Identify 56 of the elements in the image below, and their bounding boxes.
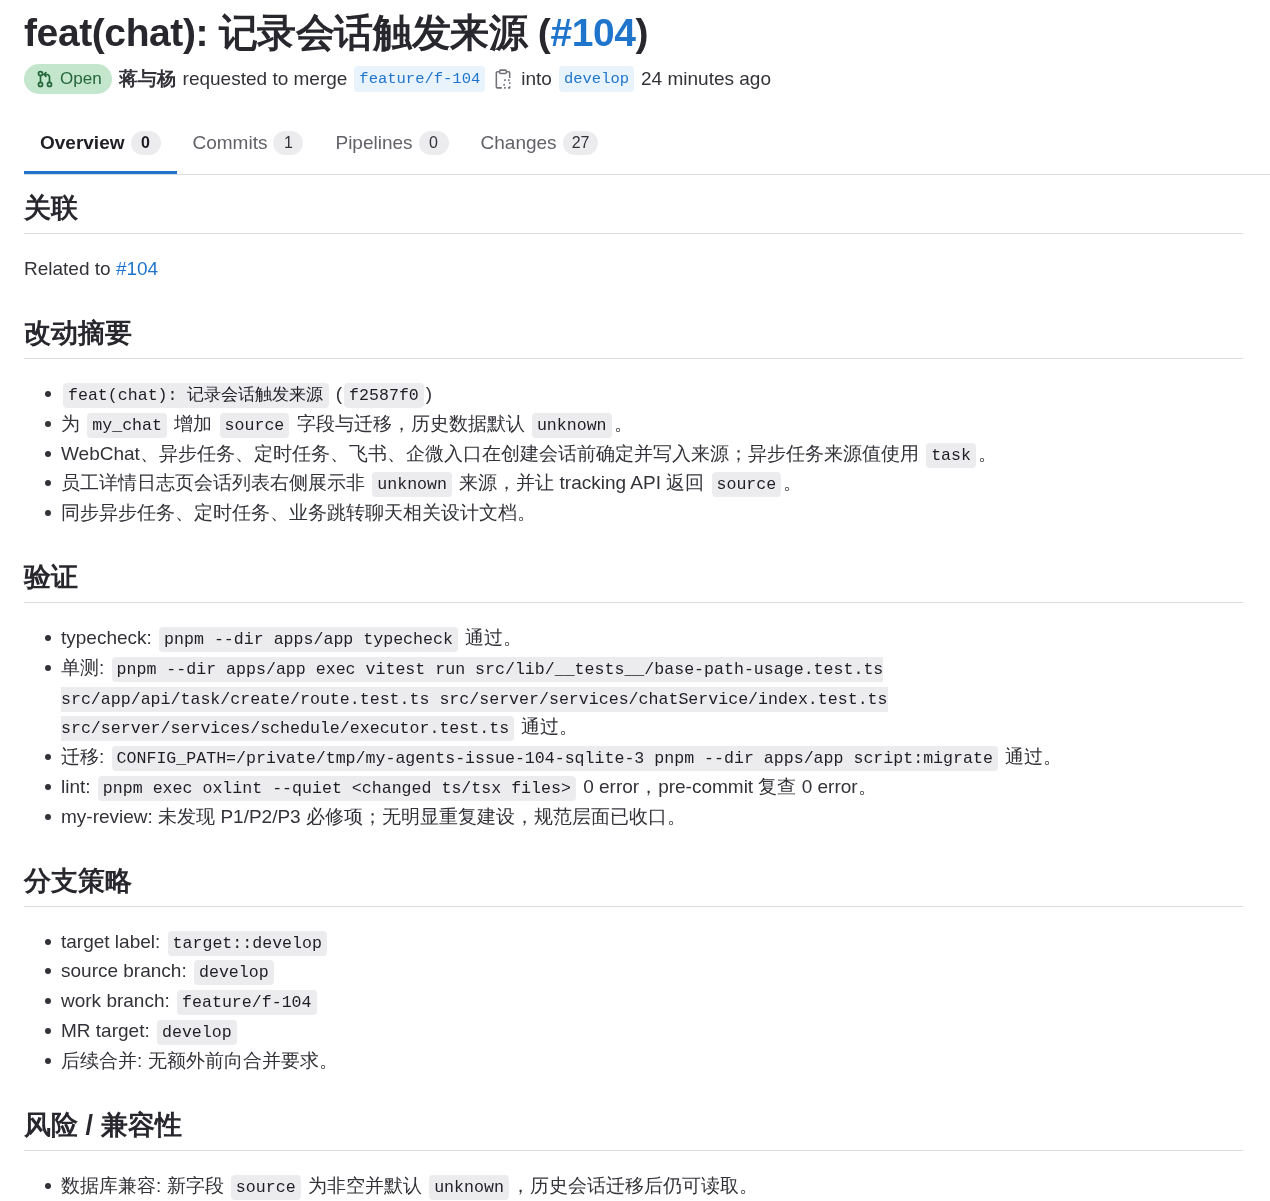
bullet-icon	[45, 783, 51, 790]
bullet-icon	[45, 813, 51, 820]
list-text: lint: pnpm exec oxlint --quiet <changed ts/tsx files> 0 error，pre-commit 复查 0 error。	[61, 771, 1243, 802]
tab[interactable]: Changes 27	[464, 120, 615, 174]
list-text: 员工详情日志页会话列表右侧展示非 unknown 来源，并让 tracking API 返回 source 。	[61, 468, 1243, 499]
status-label: Open	[60, 68, 102, 90]
issue-link[interactable]: #104	[550, 11, 636, 54]
bullet-icon	[45, 480, 51, 487]
bullet-icon	[45, 754, 51, 761]
branch-link[interactable]: develop	[558, 66, 635, 92]
timestamp: 24 minutes ago	[641, 67, 771, 91]
list-text: feat(chat): 记录会话触发来源 ( f2587f0 )	[61, 379, 1243, 409]
list-text: typecheck: pnpm --dir apps/app typecheck 通过。	[61, 623, 1243, 653]
bullet-icon	[45, 1182, 51, 1189]
count-badge: 1	[273, 131, 304, 155]
meta-text: requested to merge	[182, 67, 348, 91]
list-text: target label: target::develop	[61, 926, 1243, 957]
bullet-icon	[45, 968, 51, 975]
list-text: 后续合并: 无额外前向合并要求。	[61, 1048, 339, 1073]
list-text: 数据库兼容: 新字段 source 为非空并默认 unknown ，历史会话迁移后仍可读取。	[61, 1170, 1243, 1201]
tab[interactable]: Pipelines 0	[319, 120, 465, 174]
bullet-icon	[45, 1027, 51, 1034]
branch-link[interactable]: feature/f-104	[354, 66, 486, 92]
tab[interactable]: Overview 0	[24, 120, 177, 174]
bullet-icon	[45, 1057, 51, 1064]
list-text: source branch: develop	[61, 956, 1243, 987]
paragraph-text: Related to #104	[24, 257, 160, 281]
list-text: WebChat、异步任务、定时任务、飞书、企微入口在创建会话前确定并写入来源；异步任务来源值使用 task 。	[61, 438, 1243, 469]
clipboard-icon	[494, 69, 513, 89]
author-link[interactable]: 蒋与杨	[118, 67, 176, 91]
bullet-icon	[45, 938, 51, 945]
merge-request-icon	[36, 70, 54, 88]
list-text: my-review: 未发现 P1/P2/P3 必修项；无明显重复建设，规范层面已收口。	[61, 804, 687, 829]
bullet-icon	[45, 998, 51, 1005]
bullet-icon	[45, 420, 51, 427]
count-badge: 0	[130, 131, 161, 155]
section-heading: 改动摘要	[24, 315, 1243, 359]
bullet-icon	[45, 635, 51, 641]
issue-link[interactable]: #104	[115, 258, 159, 279]
section-heading: 验证	[24, 559, 1243, 603]
count-badge: 27	[562, 131, 599, 155]
list-text: work branch: feature/f-104	[61, 986, 1243, 1016]
bullet-icon	[45, 450, 51, 457]
section-heading: 风险 / 兼容性	[24, 1106, 1243, 1151]
bullet-icon	[45, 391, 51, 397]
list-text: 为 my_chat 增加 source 字段与迁移，历史数据默认 unknown 。	[61, 408, 1243, 439]
list-text: MR target: develop	[61, 1015, 1243, 1046]
section-heading: 分支策略	[24, 862, 1243, 907]
meta-text: into	[521, 67, 552, 91]
section-heading: 关联	[24, 190, 1243, 234]
page-title: feat(chat): 记录会话触发来源 (#104)	[24, 10, 650, 56]
count-badge: 0	[418, 131, 449, 155]
bullet-icon	[45, 664, 51, 671]
bullet-icon	[45, 510, 51, 517]
list-text: 同步异步任务、定时任务、业务跳转聊天相关设计文档。	[61, 501, 537, 526]
tab[interactable]: Commits 1	[176, 120, 320, 174]
